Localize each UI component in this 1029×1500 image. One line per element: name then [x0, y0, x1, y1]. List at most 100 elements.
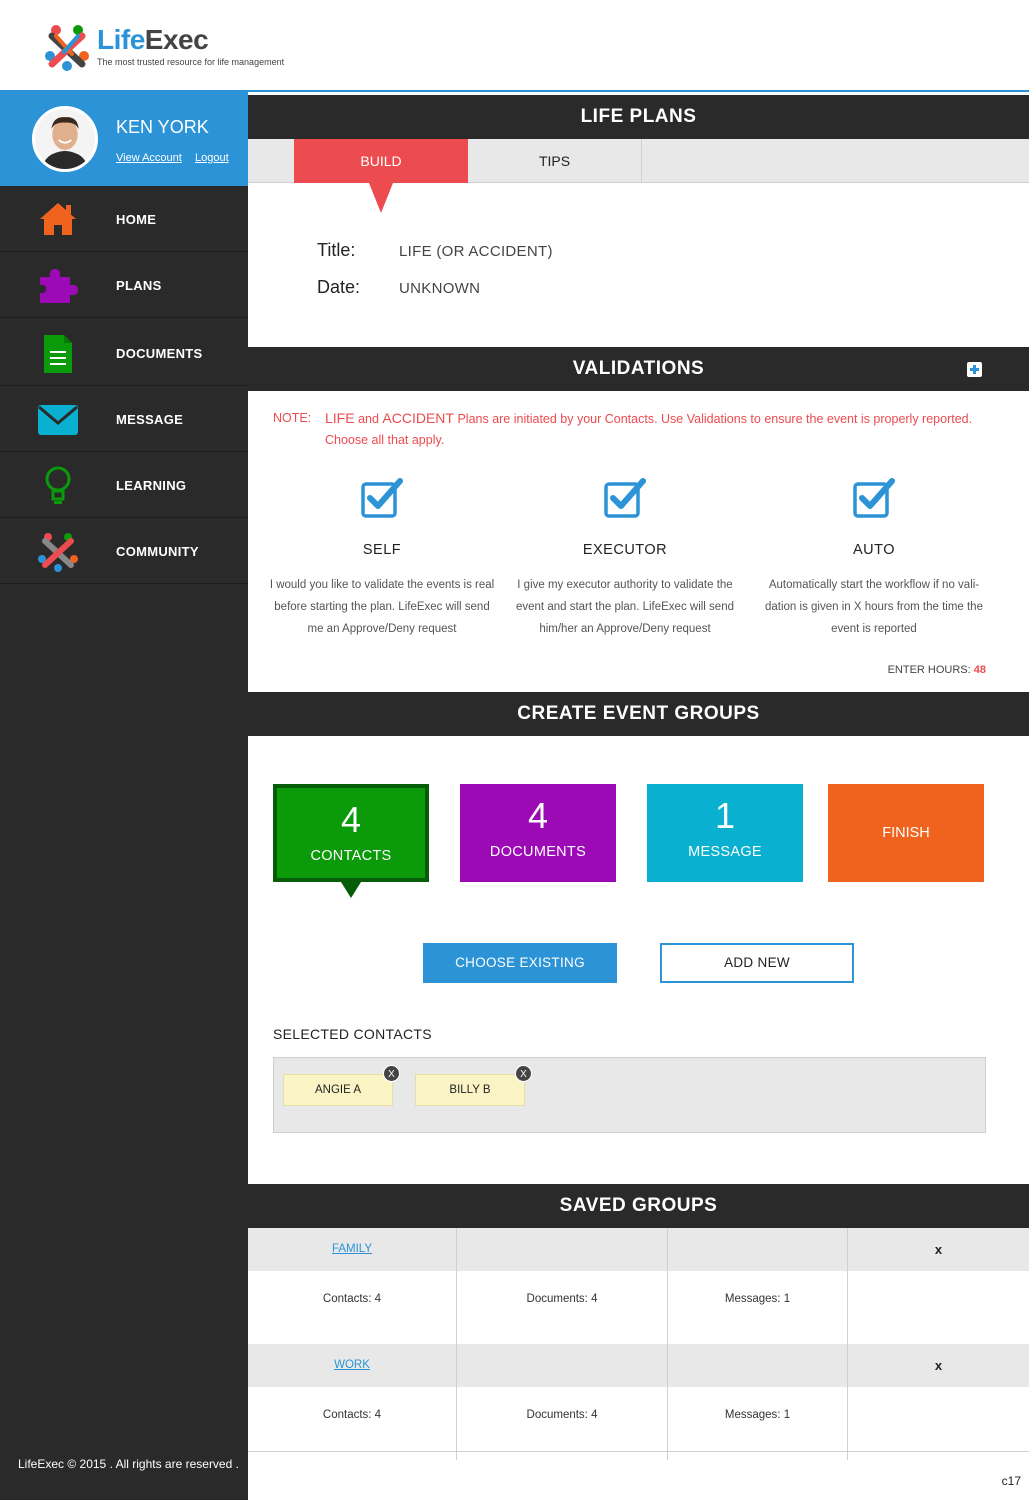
- selected-contacts-box: ANGIE A X BILLY B X: [273, 1057, 986, 1133]
- group-detail-row: Contacts: 4 Documents: 4 Messages: 1: [248, 1387, 1029, 1460]
- contact-chip: ANGIE A X: [283, 1065, 400, 1106]
- home-icon: [40, 203, 76, 235]
- empty-cell: [848, 1387, 1029, 1460]
- documents-tile-label: DOCUMENTS: [489, 844, 587, 860]
- remove-cell: x: [848, 1228, 1029, 1271]
- group-contacts-count: Contacts: 4: [248, 1387, 457, 1460]
- nav-label-plans: PLANS: [116, 278, 162, 293]
- nav-item-documents[interactable]: DOCUMENTS: [0, 320, 248, 386]
- group-name-link[interactable]: WORK: [334, 1359, 370, 1371]
- documents-count: 4: [527, 795, 549, 836]
- enter-hours[interactable]: ENTER HOURS: 48: [888, 664, 986, 676]
- puzzle-icon: [40, 269, 78, 303]
- title-label: Title:: [317, 240, 356, 260]
- nav-label-learning: LEARNING: [116, 478, 187, 493]
- group-contacts-count: Contacts: 4: [248, 1271, 457, 1344]
- nav-label-documents: DOCUMENTS: [116, 346, 203, 361]
- note-text: LIFE and ACCIDENT Plans are initiated by…: [325, 410, 973, 447]
- life-plans-header: LIFE PLANS: [248, 95, 1029, 139]
- group-detail-row: Contacts: 4 Documents: 4 Messages: 1: [248, 1271, 1029, 1344]
- group-messages-count: Messages: 1: [668, 1271, 848, 1344]
- nav-label-community: COMMUNITY: [116, 544, 199, 559]
- user-photo-icon: [35, 109, 95, 169]
- main-content: LIFE PLANS BUILD TIPS Title: LIFE (OR AC…: [248, 92, 1029, 1500]
- finish-tile[interactable]: FINISH: [828, 784, 984, 882]
- choose-existing-button[interactable]: CHOOSE EXISTING: [423, 943, 617, 983]
- option-title-auto: AUTO: [852, 542, 896, 558]
- profile-name: KEN YORK: [116, 117, 209, 137]
- validation-option-executor: EXECUTOR I give my executor authority to…: [512, 478, 738, 640]
- avatar[interactable]: [32, 106, 98, 172]
- empty-cell: [457, 1344, 668, 1387]
- enter-hours-value[interactable]: 48: [974, 664, 986, 676]
- group-name-cell: FAMILY: [248, 1228, 457, 1271]
- remove-cell: x: [848, 1344, 1029, 1387]
- table-bottom-border: [248, 1451, 1029, 1452]
- nav-label-message: MESSAGE: [116, 412, 184, 427]
- contact-chip: BILLY B X: [415, 1065, 532, 1106]
- empty-cell: [668, 1344, 848, 1387]
- logout-link[interactable]: Logout: [195, 152, 229, 164]
- remove-contact-icon[interactable]: X: [515, 1065, 532, 1082]
- title-value: LIFE (OR ACCIDENT): [399, 243, 553, 260]
- group-name-link[interactable]: FAMILY: [332, 1243, 372, 1255]
- empty-cell: [848, 1271, 1029, 1344]
- plan-tabs: BUILD TIPS: [248, 139, 1029, 183]
- remove-contact-icon[interactable]: X: [383, 1065, 400, 1082]
- nav-item-home[interactable]: HOME: [0, 186, 248, 252]
- nav-item-message[interactable]: MESSAGE: [0, 386, 248, 452]
- option-desc-executor: I give my executor authority to validate…: [516, 579, 734, 635]
- option-title-self: SELF: [362, 542, 402, 558]
- remove-group-button[interactable]: x: [935, 1242, 942, 1257]
- documents-tile[interactable]: 4 DOCUMENTS: [460, 784, 616, 882]
- nav-item-learning[interactable]: LEARNING: [0, 452, 248, 518]
- nav-item-plans[interactable]: PLANS: [0, 252, 248, 318]
- empty-cell: [457, 1228, 668, 1271]
- active-tab-pointer: [369, 183, 393, 213]
- lightbulb-icon: [45, 466, 71, 504]
- view-account-link[interactable]: View Account: [116, 152, 182, 164]
- validation-option-self: SELF I would you like to validate the ev…: [269, 478, 495, 640]
- add-new-button[interactable]: ADD NEW: [660, 943, 854, 983]
- contact-chip-label: BILLY B: [449, 1084, 491, 1096]
- tab-build[interactable]: BUILD: [294, 139, 468, 183]
- empty-cell: [668, 1228, 848, 1271]
- remove-group-button[interactable]: x: [935, 1358, 942, 1373]
- profile-panel: KEN YORK View Account Logout: [0, 92, 248, 186]
- message-count: 1: [714, 795, 736, 836]
- brand-name: LifeExec: [97, 24, 209, 55]
- group-header-row: FAMILY x: [248, 1228, 1029, 1271]
- contact-chip-label: ANGIE A: [314, 1084, 362, 1096]
- create-event-groups-header: CREATE EVENT GROUPS: [248, 692, 1029, 736]
- group-header-row: WORK x: [248, 1344, 1029, 1387]
- saved-groups-header: SAVED GROUPS: [248, 1184, 1029, 1228]
- lifeexec-logo-icon[interactable]: [42, 22, 92, 72]
- message-tile[interactable]: 1 MESSAGE: [647, 784, 803, 882]
- group-documents-count: Documents: 4: [457, 1387, 668, 1460]
- contacts-tile[interactable]: 4 CONTACTS: [273, 784, 429, 882]
- community-icon: [38, 533, 78, 572]
- date-label: Date:: [317, 277, 361, 297]
- nav-item-community[interactable]: COMMUNITY: [0, 518, 248, 584]
- checkbox-checked-icon[interactable]: [853, 478, 895, 518]
- enter-hours-label: ENTER HOURS:: [887, 664, 971, 676]
- group-name-cell: WORK: [248, 1344, 457, 1387]
- tab-tips[interactable]: TIPS: [468, 139, 642, 183]
- option-desc-auto: Automatically start the workflow if no v…: [765, 579, 983, 635]
- option-title-executor: EXECUTOR: [582, 542, 668, 558]
- top-header: LifeExec The most trusted resource for l…: [0, 0, 1029, 92]
- expand-plus-icon[interactable]: [967, 362, 982, 377]
- option-desc-self: I would you like to validate the events …: [269, 579, 495, 635]
- brand-tagline: The most trusted resource for life manag…: [97, 57, 285, 67]
- checkbox-checked-icon[interactable]: [604, 478, 646, 518]
- copyright-text: LifeExec © 2015 . All rights are reserve…: [18, 1457, 239, 1471]
- nav-label-home: HOME: [116, 212, 157, 227]
- validations-header: VALIDATIONS: [248, 347, 1029, 391]
- checkbox-checked-icon[interactable]: [361, 478, 403, 518]
- contacts-tile-label: CONTACTS: [310, 848, 392, 864]
- document-icon: [44, 335, 72, 373]
- validation-option-auto: AUTO Automatically start the workflow if…: [761, 478, 987, 640]
- group-messages-count: Messages: 1: [668, 1387, 848, 1460]
- message-tile-label: MESSAGE: [688, 844, 762, 860]
- selected-contacts-label: SELECTED CONTACTS: [273, 1026, 432, 1042]
